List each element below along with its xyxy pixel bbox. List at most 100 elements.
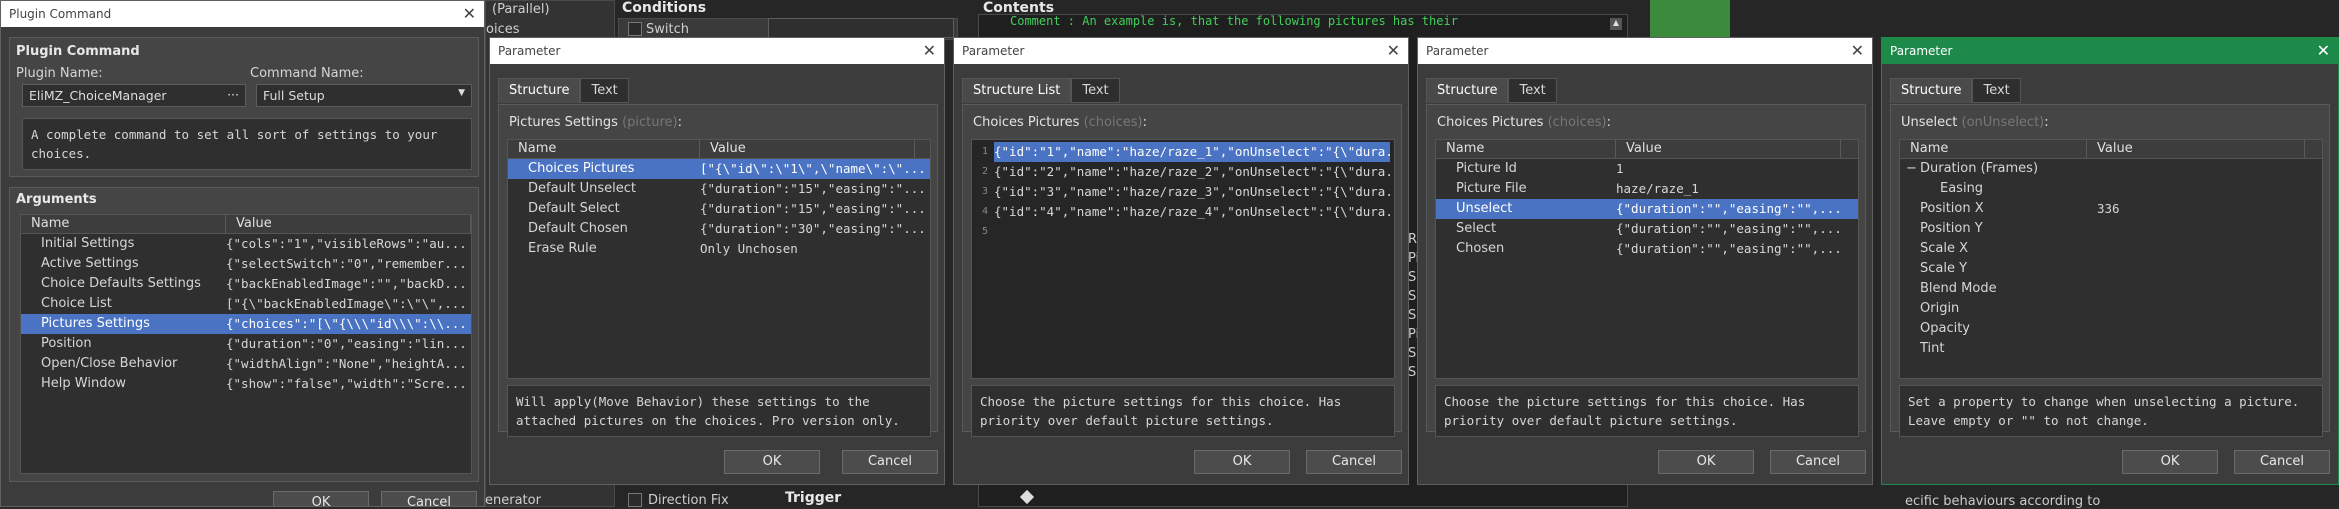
row-value: ["{\"backEnabledImage\":\"\",... xyxy=(226,296,467,311)
table-row[interactable]: Default Unselect {"duration":"15","easing… xyxy=(508,179,930,199)
code-line[interactable]: 4 {"id":"4","name":"haze/raze_4","onUnsel… xyxy=(972,202,1394,222)
table-row[interactable]: Initial Settings {"cols":"1","visibleRows… xyxy=(21,234,471,254)
code-line[interactable]: 5 xyxy=(972,222,1394,242)
table-row[interactable]: Opacity xyxy=(1900,319,2322,339)
arguments-panel: Arguments Name Value Initial Settings {"c… xyxy=(9,187,479,482)
tab-text[interactable]: Text xyxy=(1071,78,1120,103)
ok-button[interactable]: OK xyxy=(1658,450,1754,474)
row-name-text: Easing xyxy=(1940,181,1984,196)
row-value: {"show":"false","width":"Scre... xyxy=(226,376,467,391)
row-name-text: Position X xyxy=(1920,201,1984,216)
row-name: Help Window xyxy=(41,376,127,391)
table-row[interactable]: Chosen {"duration":"","easing":"",... xyxy=(1436,239,1858,259)
row-value: Only Unchosen xyxy=(700,241,798,256)
more-icon[interactable]: ··· xyxy=(227,87,239,102)
row-value xyxy=(2087,339,2305,359)
table-row[interactable]: Easing xyxy=(1900,179,2322,199)
row-name: Position Y xyxy=(1900,219,2087,239)
cancel-button[interactable]: Cancel xyxy=(2234,450,2330,474)
table-row[interactable]: Choice Defaults Settings {"backEnabledIma… xyxy=(21,274,471,294)
table-row[interactable]: − Duration (Frames) xyxy=(1900,159,2322,179)
close-icon[interactable]: ✕ xyxy=(1851,41,1864,60)
tab-text[interactable]: Text xyxy=(1508,78,1557,103)
table-row[interactable]: Origin xyxy=(1900,299,2322,319)
dialog-title: Parameter xyxy=(1890,44,1953,58)
ok-button[interactable]: OK xyxy=(2122,450,2218,474)
picture-rows: Picture Id 1 Picture File haze/raze_1 Unsele… xyxy=(1436,159,1858,259)
table-row[interactable]: Position Y xyxy=(1900,219,2322,239)
table-row[interactable]: Blend Mode xyxy=(1900,279,2322,299)
cancel-button[interactable]: Cancel xyxy=(1770,450,1866,474)
switch-checkbox[interactable] xyxy=(628,22,642,36)
table-row[interactable]: Choice List ["{\"backEnabledImage\":\"\",… xyxy=(21,294,471,314)
ok-button[interactable]: OK xyxy=(724,450,820,474)
row-value: {"duration":"","easing":"",... xyxy=(1616,221,1842,236)
row-name: Easing xyxy=(1900,179,2087,199)
picture-table: Name Value Picture Id 1 Picture File haze/r… xyxy=(1435,139,1859,379)
code-line[interactable]: 1 {"id":"1","name":"haze/raze_1","onUnsel… xyxy=(972,142,1394,162)
code-line[interactable]: 3 {"id":"3","name":"haze/raze_3","onUnsel… xyxy=(972,182,1394,202)
settings-table-header: Name Value xyxy=(508,140,930,159)
close-icon[interactable]: ✕ xyxy=(463,4,476,23)
table-row[interactable]: Default Chosen {"duration":"30","easing":… xyxy=(508,219,930,239)
panel-hint: (picture) xyxy=(622,115,678,130)
table-row[interactable]: Pictures Settings {"choices":"[\"{\\\"id\… xyxy=(21,314,471,334)
cancel-button[interactable]: Cancel xyxy=(1306,450,1402,474)
close-icon[interactable]: ✕ xyxy=(2317,41,2330,60)
row-name: Default Select xyxy=(528,201,620,216)
cancel-button[interactable]: Cancel xyxy=(842,450,938,474)
table-row[interactable]: Unselect {"duration":"","easing":"",... xyxy=(1436,199,1858,219)
section-title: Plugin Command xyxy=(16,44,140,59)
table-row[interactable]: Picture Id 1 xyxy=(1436,159,1858,179)
row-value: {"widthAlign":"None","heightA... xyxy=(226,356,467,371)
trigger-title: Trigger xyxy=(785,490,842,506)
close-icon[interactable]: ✕ xyxy=(1387,41,1400,60)
row-value: ["{\"id\":\"1\",\"name\":\"... xyxy=(700,161,925,176)
table-row[interactable]: Position {"duration":"0","easing":"lin... xyxy=(21,334,471,354)
table-row[interactable]: Active Settings {"selectSwitch":"0","reme… xyxy=(21,254,471,274)
ok-button[interactable]: OK xyxy=(1194,450,1290,474)
tab-structure[interactable]: Structure xyxy=(498,78,581,103)
table-row[interactable]: Position X 336 xyxy=(1900,199,2322,219)
ok-button[interactable]: OK xyxy=(273,491,369,506)
row-name: Choice List xyxy=(41,296,112,311)
table-row[interactable]: Default Select {"duration":"15","easing":… xyxy=(508,199,930,219)
structure-panel: Pictures Settings (picture): Name Value … xyxy=(498,104,938,437)
row-name: Blend Mode xyxy=(1900,279,2087,299)
code-line[interactable]: 2 {"id":"2","name":"haze/raze_2","onUnsel… xyxy=(972,162,1394,182)
structure-list-lines: 1 {"id":"1","name":"haze/raze_1","onUnsel… xyxy=(972,140,1394,242)
tab-text[interactable]: Text xyxy=(580,78,629,103)
panel-title-text: Choices Pictures xyxy=(1437,115,1544,130)
panel-title: Choices Pictures (choices): xyxy=(973,115,1147,130)
structure-list-editor[interactable]: 1 {"id":"1","name":"haze/raze_1","onUnsel… xyxy=(971,139,1395,379)
direction-fix-checkbox[interactable] xyxy=(628,493,642,507)
tab-text[interactable]: Text xyxy=(1972,78,2021,103)
table-row[interactable]: Picture File haze/raze_1 xyxy=(1436,179,1858,199)
col-value-header: Value xyxy=(700,140,915,158)
tab-structure[interactable]: Structure xyxy=(1426,78,1509,103)
table-row[interactable]: Choices Pictures ["{\"id\":\"1\",\"name\"… xyxy=(508,159,930,179)
cancel-button[interactable]: Cancel xyxy=(381,491,477,506)
plugin-name-field[interactable]: EliMZ_ChoiceManager ··· xyxy=(22,84,246,107)
table-row[interactable]: Scale Y xyxy=(1900,259,2322,279)
table-row[interactable]: Erase Rule Only Unchosen xyxy=(508,239,930,259)
table-row[interactable]: Help Window {"show":"false","width":"Scre… xyxy=(21,374,471,394)
direction-fix-label: Direction Fix xyxy=(648,493,729,508)
command-name-select[interactable]: Full Setup ▼ xyxy=(256,84,472,107)
switch-field[interactable] xyxy=(768,18,954,38)
row-value: {"duration":"15","easing":"... xyxy=(700,201,925,216)
tab-structure[interactable]: Structure xyxy=(1890,78,1973,103)
table-row[interactable]: Tint xyxy=(1900,339,2322,359)
col-name-header: Name xyxy=(1900,140,2087,158)
scroll-up-arrow[interactable]: ▲ xyxy=(1610,18,1622,30)
close-icon[interactable]: ✕ xyxy=(923,41,936,60)
parameter-titlebar: Parameter ✕ xyxy=(490,38,944,64)
table-row[interactable]: Open/Close Behavior {"widthAlign":"None",… xyxy=(21,354,471,374)
command-name-label: Command Name: xyxy=(250,66,364,81)
table-row[interactable]: Scale X xyxy=(1900,239,2322,259)
table-row[interactable]: Select {"duration":"","easing":"",... xyxy=(1436,219,1858,239)
tab-structure-list[interactable]: Structure List xyxy=(962,78,1072,103)
row-value: 1 xyxy=(1616,161,1624,176)
collapse-icon[interactable]: − xyxy=(1906,159,1920,179)
row-value: {"cols":"1","visibleRows":"au... xyxy=(226,236,467,251)
